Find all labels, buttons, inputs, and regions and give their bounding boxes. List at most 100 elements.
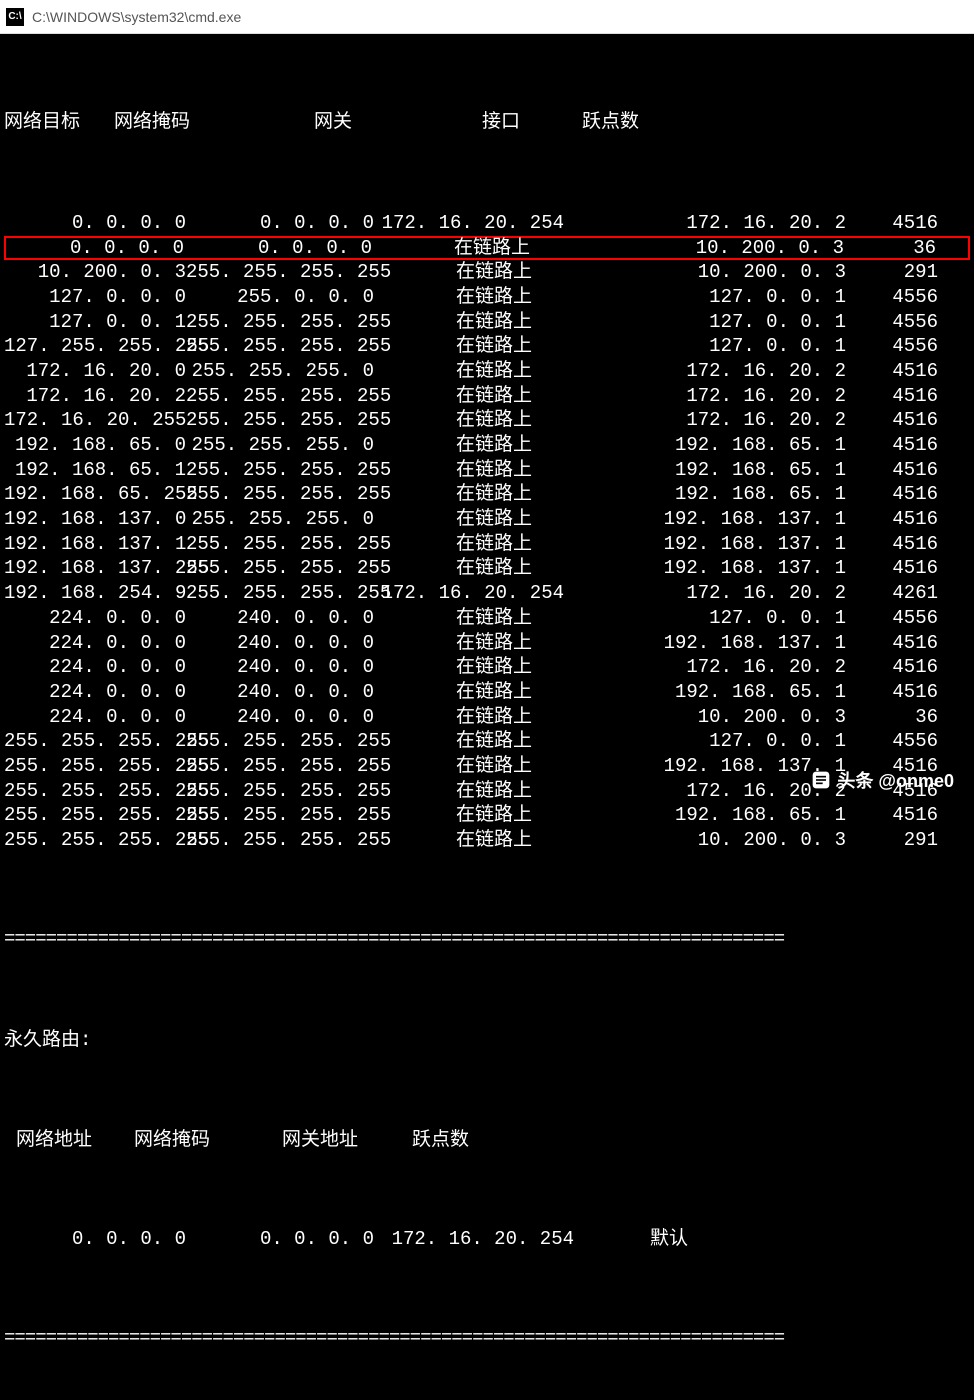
- watermark-text: 头条 @onme0: [837, 767, 954, 793]
- route-row: 224. 0. 0. 0240. 0. 0. 0在链路上192. 168. 13…: [0, 631, 974, 656]
- cell-netmask: 255. 255. 255. 0: [186, 433, 374, 458]
- cell-netmask: 0. 0. 0. 0: [186, 211, 374, 236]
- route-row: 255. 255. 255. 255255. 255. 255. 255在链路上…: [0, 729, 974, 754]
- route-row: 0. 0. 0. 00. 0. 0. 0172. 16. 20. 254172.…: [0, 211, 974, 236]
- perm-header-gw: 网关地址: [282, 1128, 412, 1153]
- cell-destination: 0. 0. 0. 0: [4, 211, 186, 236]
- cell-metric: 4516: [846, 482, 938, 507]
- cell-netmask: 255. 255. 255. 255: [186, 384, 374, 409]
- cell-netmask: 255. 255. 255. 255: [186, 754, 374, 779]
- cell-destination: 127. 0. 0. 1: [4, 310, 186, 335]
- cell-netmask: 255. 255. 255. 255: [186, 408, 374, 433]
- cell-gateway: 在链路上: [374, 729, 614, 754]
- cell-gateway: 在链路上: [374, 532, 614, 557]
- cell-interface: 10. 200. 0. 3: [614, 705, 846, 730]
- route-row: 192. 168. 65. 1255. 255. 255. 255在链路上192…: [0, 458, 974, 483]
- cell-destination: 192. 168. 65. 255: [4, 482, 186, 507]
- cell-netmask: 255. 255. 255. 255: [186, 260, 374, 285]
- permanent-route-body: 0. 0. 0. 00. 0. 0. 0172. 16. 20. 254默认: [0, 1227, 974, 1252]
- cell-netmask: 255. 255. 255. 255: [186, 532, 374, 557]
- cell-destination: 224. 0. 0. 0: [4, 631, 186, 656]
- route-row: 172. 16. 20. 255255. 255. 255. 255在链路上17…: [0, 408, 974, 433]
- cell-metric: 4516: [846, 680, 938, 705]
- cell-netmask: 255. 255. 255. 255: [186, 828, 374, 853]
- cell-metric: 36: [844, 236, 936, 261]
- perm-header-metric: 跃点数: [412, 1128, 469, 1153]
- route-row: 10. 200. 0. 3255. 255. 255. 255在链路上10. 2…: [0, 260, 974, 285]
- cell-metric: 4556: [846, 334, 938, 359]
- window-titlebar[interactable]: C:\ C:\WINDOWS\system32\cmd.exe: [0, 0, 974, 34]
- header-netmask: 网络掩码: [114, 110, 314, 135]
- cell-gateway: 在链路上: [374, 631, 614, 656]
- cell-gateway: 在链路上: [374, 384, 614, 409]
- perm-cell-gw: 172. 16. 20. 254: [374, 1227, 574, 1252]
- cell-destination: 224. 0. 0. 0: [4, 705, 186, 730]
- route-row: 255. 255. 255. 255255. 255. 255. 255在链路上…: [0, 803, 974, 828]
- cell-destination: 192. 168. 254. 9: [4, 581, 186, 606]
- header-metric: 跃点数: [582, 110, 639, 135]
- perm-cell-addr: 0. 0. 0. 0: [4, 1227, 186, 1252]
- route-table-header: 网络目标 网络掩码 网关 接口 跃点数: [0, 108, 974, 137]
- route-row: 192. 168. 65. 0255. 255. 255. 0在链路上192. …: [0, 433, 974, 458]
- perm-header-mask: 网络掩码: [134, 1128, 282, 1153]
- cell-gateway: 在链路上: [374, 556, 614, 581]
- cell-destination: 0. 0. 0. 0: [6, 236, 184, 261]
- cell-destination: 10. 200. 0. 3: [4, 260, 186, 285]
- route-row: 224. 0. 0. 0240. 0. 0. 0在链路上172. 16. 20.…: [0, 655, 974, 680]
- cell-interface: 172. 16. 20. 2: [614, 655, 846, 680]
- route-row: 192. 168. 254. 9255. 255. 255. 255172. 1…: [0, 581, 974, 606]
- route-row: 192. 168. 65. 255255. 255. 255. 255在链路上1…: [0, 482, 974, 507]
- cell-destination: 172. 16. 20. 255: [4, 408, 186, 433]
- cell-interface: 172. 16. 20. 2: [614, 581, 846, 606]
- cell-netmask: 255. 255. 255. 255: [186, 556, 374, 581]
- cell-interface: 192. 168. 137. 1: [614, 556, 846, 581]
- route-row: 192. 168. 137. 255255. 255. 255. 255在链路上…: [0, 556, 974, 581]
- cell-metric: 4516: [846, 458, 938, 483]
- toutiao-icon: [811, 770, 831, 790]
- cell-destination: 255. 255. 255. 255: [4, 803, 186, 828]
- cell-netmask: 255. 255. 255. 0: [186, 507, 374, 532]
- cell-netmask: 255. 255. 255. 255: [186, 779, 374, 804]
- cell-gateway: 172. 16. 20. 254: [374, 581, 614, 606]
- cell-interface: 127. 0. 0. 1: [614, 310, 846, 335]
- cell-metric: 4516: [846, 803, 938, 828]
- cell-netmask: 255. 255. 255. 255: [186, 581, 374, 606]
- cell-interface: 127. 0. 0. 1: [614, 729, 846, 754]
- cell-interface: 192. 168. 65. 1: [614, 803, 846, 828]
- cell-destination: 255. 255. 255. 255: [4, 754, 186, 779]
- cell-interface: 192. 168. 137. 1: [614, 507, 846, 532]
- cell-destination: 255. 255. 255. 255: [4, 729, 186, 754]
- cell-gateway: 在链路上: [374, 754, 614, 779]
- header-destination: 网络目标: [4, 110, 114, 135]
- route-row: 224. 0. 0. 0240. 0. 0. 0在链路上10. 200. 0. …: [0, 705, 974, 730]
- cell-interface: 192. 168. 137. 1: [614, 532, 846, 557]
- cell-destination: 192. 168. 137. 255: [4, 556, 186, 581]
- cell-interface: 192. 168. 65. 1: [614, 680, 846, 705]
- cell-destination: 255. 255. 255. 255: [4, 828, 186, 853]
- cell-interface: 172. 16. 20. 2: [614, 359, 846, 384]
- cell-netmask: 255. 255. 255. 255: [186, 482, 374, 507]
- perm-cell-metric: 默认: [574, 1227, 704, 1252]
- cell-gateway: 在链路上: [374, 458, 614, 483]
- cell-gateway: 在链路上: [374, 680, 614, 705]
- permanent-route-title: 永久路由:: [0, 1026, 974, 1055]
- cell-interface: 10. 200. 0. 3: [612, 236, 844, 261]
- cell-gateway: 在链路上: [374, 779, 614, 804]
- cell-interface: 172. 16. 20. 2: [614, 408, 846, 433]
- cell-gateway: 在链路上: [374, 655, 614, 680]
- cell-gateway: 在链路上: [374, 803, 614, 828]
- route-row: 172. 16. 20. 2255. 255. 255. 255在链路上172.…: [0, 384, 974, 409]
- cell-metric: 4516: [846, 532, 938, 557]
- cell-gateway: 在链路上: [372, 236, 612, 261]
- route-row: 224. 0. 0. 0240. 0. 0. 0在链路上127. 0. 0. 1…: [0, 606, 974, 631]
- cell-interface: 192. 168. 137. 1: [614, 631, 846, 656]
- cell-netmask: 240. 0. 0. 0: [186, 680, 374, 705]
- cell-metric: 4516: [846, 556, 938, 581]
- cell-destination: 192. 168. 65. 0: [4, 433, 186, 458]
- route-table-body: 0. 0. 0. 00. 0. 0. 0172. 16. 20. 254172.…: [0, 211, 974, 853]
- cell-netmask: 240. 0. 0. 0: [186, 606, 374, 631]
- cell-destination: 127. 0. 0. 0: [4, 285, 186, 310]
- cell-netmask: 255. 255. 255. 255: [186, 729, 374, 754]
- cell-destination: 224. 0. 0. 0: [4, 680, 186, 705]
- cell-metric: 4261: [846, 581, 938, 606]
